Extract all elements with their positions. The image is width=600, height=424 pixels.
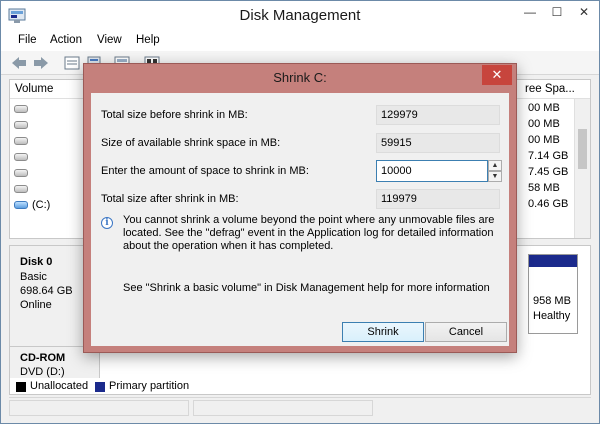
disk-0-name: Disk 0 (20, 256, 53, 268)
drive-icon (14, 169, 28, 177)
window-close-button[interactable]: ✕ (571, 1, 597, 23)
free-space-cell: 7.14 GB (528, 150, 569, 162)
free-space-cell: 00 MB (528, 102, 560, 114)
maximize-button[interactable]: ☐ (544, 1, 570, 23)
info-message: You cannot shrink a volume beyond the po… (123, 214, 495, 252)
help-message: See "Shrink a basic volume" in Disk Mana… (123, 282, 490, 294)
partition-status: Healthy (533, 310, 571, 322)
disk-0-status: Online (20, 299, 52, 311)
status-bar (9, 397, 591, 417)
shrink-amount-stepper[interactable]: ▲ ▼ (376, 160, 502, 182)
drive-icon (14, 121, 28, 129)
volume-row-c[interactable]: (C:) (14, 198, 74, 214)
disk-0-size: 698.64 GB (20, 285, 73, 297)
spin-up-button[interactable]: ▲ (488, 160, 502, 171)
shrink-amount-input[interactable] (376, 160, 488, 182)
volume-list-scrollbar[interactable] (574, 99, 590, 238)
cancel-button[interactable]: Cancel (425, 322, 507, 342)
free-space-cell: 58 MB (528, 182, 560, 194)
menu-help[interactable]: Help (136, 34, 160, 46)
status-cell (193, 400, 373, 416)
column-header-volume[interactable]: Volume (15, 83, 53, 95)
shrink-dialog: Shrink C: ✕ Total size before shrink in … (83, 63, 517, 353)
menu-view[interactable]: View (97, 34, 122, 46)
partition-size: 958 MB (533, 295, 571, 307)
back-arrow-icon[interactable] (10, 55, 28, 71)
free-space-cell: 0.46 GB (528, 198, 569, 210)
column-header-free-space[interactable]: ree Spa... (525, 83, 575, 95)
volume-row[interactable] (14, 118, 74, 134)
total-after-field: 119979 (376, 189, 500, 209)
volume-row[interactable] (14, 182, 74, 198)
menu-action[interactable]: Action (50, 34, 82, 46)
menu-bar: File Action View Help (1, 31, 599, 51)
legend-label-primary: Primary partition (109, 380, 190, 392)
volume-row[interactable] (14, 134, 74, 150)
shrink-button[interactable]: Shrink (342, 322, 424, 342)
cdrom-drive: DVD (D:) (20, 366, 65, 378)
dialog-body: Total size before shrink in MB: 129979 S… (91, 93, 509, 346)
free-space-cell: 7.45 GB (528, 166, 569, 178)
legend: Unallocated Primary partition (10, 379, 590, 395)
minimize-button[interactable]: — (517, 1, 543, 23)
info-icon: i (101, 217, 113, 229)
system-drive-icon (14, 201, 28, 209)
dialog-title: Shrink C: (273, 70, 327, 85)
spin-down-button[interactable]: ▼ (488, 171, 502, 182)
volume-row[interactable] (14, 150, 74, 166)
volume-row[interactable] (14, 102, 74, 118)
total-after-label: Total size after shrink in MB: (101, 193, 239, 205)
dialog-close-button[interactable]: ✕ (482, 65, 512, 85)
window-title: Disk Management (239, 7, 361, 24)
legend-swatch-primary (95, 382, 105, 392)
status-cell (9, 400, 189, 416)
cdrom-name: CD-ROM (20, 352, 66, 364)
legend-label-unallocated: Unallocated (30, 380, 89, 392)
drive-icon (14, 105, 28, 113)
volume-row[interactable] (14, 166, 74, 182)
drive-icon (14, 185, 28, 193)
available-space-field: 59915 (376, 133, 500, 153)
free-space-cell: 00 MB (528, 118, 560, 130)
volume-name: (C:) (32, 199, 51, 211)
title-bar: Disk Management — ☐ ✕ (1, 1, 599, 31)
forward-arrow-icon[interactable] (32, 55, 50, 71)
total-before-label: Total size before shrink in MB: (101, 109, 248, 121)
properties-icon[interactable] (63, 55, 81, 71)
legend-swatch-unallocated (16, 382, 26, 392)
menu-file[interactable]: File (18, 34, 37, 46)
scrollbar-thumb[interactable] (578, 129, 587, 169)
drive-icon (14, 137, 28, 145)
drive-icon (14, 153, 28, 161)
free-space-cell: 00 MB (528, 134, 560, 146)
disk-0-type: Basic (20, 271, 47, 283)
total-before-field: 129979 (376, 105, 500, 125)
primary-partition-band (529, 255, 577, 267)
shrink-amount-label: Enter the amount of space to shrink in M… (101, 165, 309, 177)
partition-block[interactable]: 958 MB Healthy (528, 254, 578, 334)
available-space-label: Size of available shrink space in MB: (101, 137, 281, 149)
